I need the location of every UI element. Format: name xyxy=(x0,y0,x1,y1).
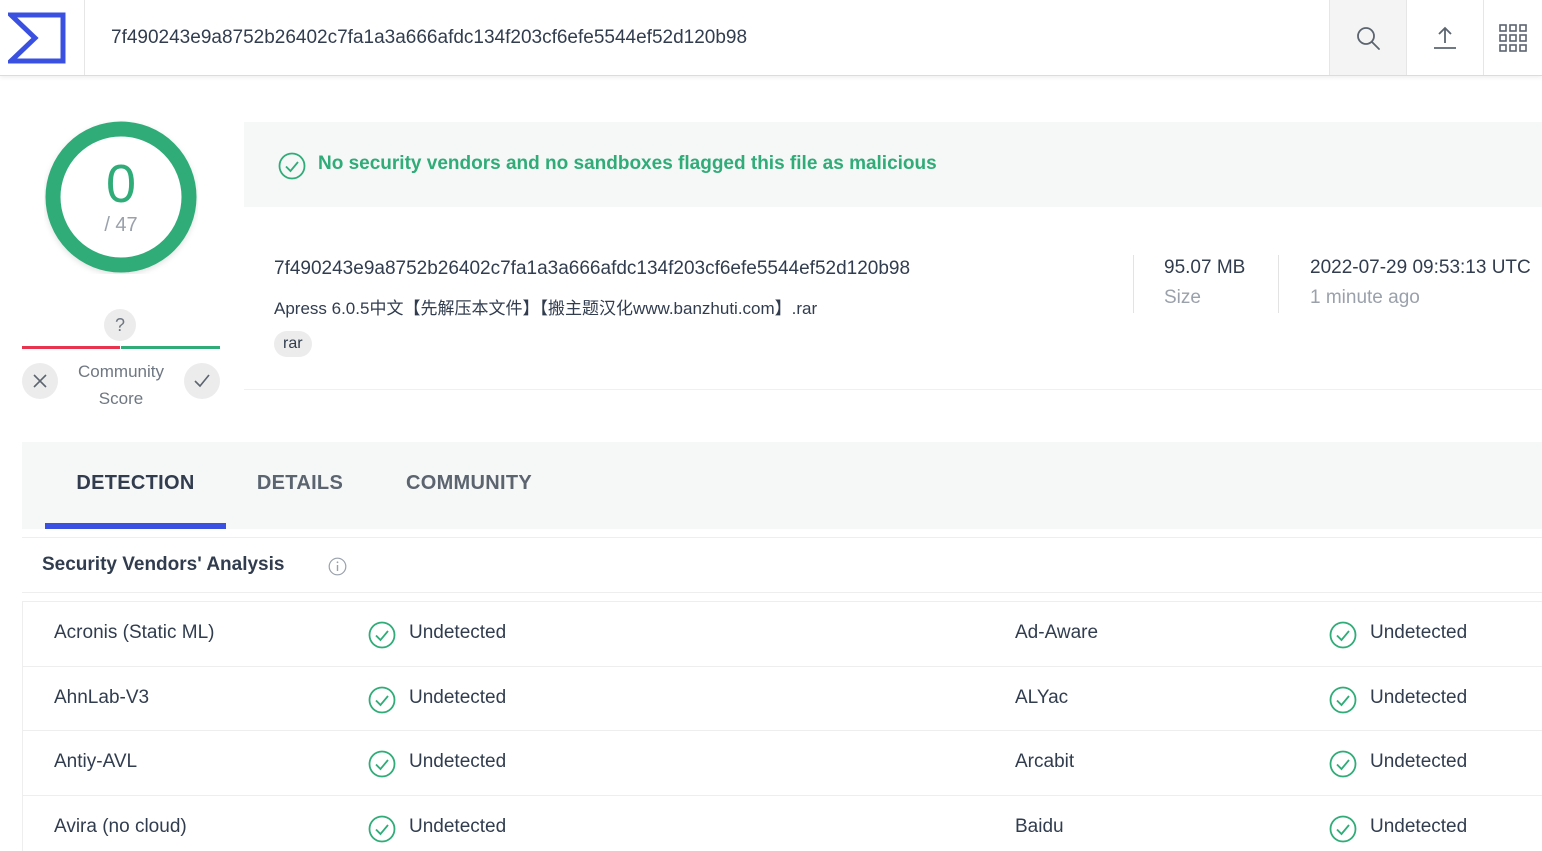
vendor-name: Arcabit xyxy=(1015,751,1075,772)
close-icon xyxy=(33,374,47,388)
analysis-date-relative: 1 minute ago xyxy=(1310,287,1420,308)
vendor-name: Antiy-AVL xyxy=(54,751,138,772)
vendor-name: Avira (no cloud) xyxy=(54,815,187,837)
vendors-table: Acronis (Static ML) Undetected Ad-Aware Und… xyxy=(22,601,1542,851)
vendor-name: Acronis (Static ML) xyxy=(54,622,215,643)
check-circle-icon xyxy=(1329,686,1357,713)
vendors-analysis-header: Security Vendors' Analysis xyxy=(22,537,1542,593)
file-type-tag[interactable]: rar xyxy=(274,331,312,357)
check-circle-icon xyxy=(368,621,396,649)
divider xyxy=(1278,255,1279,313)
vendor-result: Undetected xyxy=(1370,751,1468,772)
vendor-name: ALYac xyxy=(1015,686,1069,708)
community-score-positive-bar xyxy=(121,346,220,349)
apps-menu-button[interactable] xyxy=(1483,0,1542,75)
check-circle-icon xyxy=(1329,815,1357,842)
tab-bar: DETECTION DETAILS COMMUNITY xyxy=(22,442,1542,529)
check-circle-icon xyxy=(1329,621,1357,649)
vendor-result: Undetected xyxy=(1370,686,1468,708)
table-row: Acronis (Static ML) Undetected Ad-Aware Und… xyxy=(23,602,1542,667)
tab-detection[interactable]: DETECTION xyxy=(45,442,226,529)
check-circle-icon xyxy=(368,750,396,778)
verdict-message: No security vendors and no sandboxes fla… xyxy=(318,153,937,174)
vendor-result: Undetected xyxy=(409,686,507,708)
vendor-result: Undetected xyxy=(1370,622,1468,643)
community-score-negative-bar xyxy=(22,346,120,349)
tab-community[interactable]: COMMUNITY xyxy=(384,442,554,529)
search-button[interactable] xyxy=(1329,0,1406,75)
table-row: Antiy-AVL Undetected Arcabit Undetected xyxy=(23,731,1542,796)
check-circle-icon xyxy=(368,815,396,842)
check-icon xyxy=(194,374,210,388)
section-title: Security Vendors' Analysis xyxy=(42,554,285,575)
vendor-result: Undetected xyxy=(409,815,507,837)
tab-details[interactable]: DETAILS xyxy=(236,442,364,529)
check-circle-icon xyxy=(368,686,396,713)
table-row: AhnLab-V3 Undetected ALYac Undetected xyxy=(23,667,1542,731)
file-info-panel: 7f490243e9a8752b26402c7fa1a3a666afdc134f… xyxy=(244,207,1542,390)
file-size-label: Size xyxy=(1164,287,1201,308)
analysis-date-value: 2022-07-29 09:53:13 UTC xyxy=(1310,257,1531,278)
upload-button[interactable] xyxy=(1406,0,1483,75)
vendor-name: Ad-Aware xyxy=(1015,622,1099,643)
vendor-result: Undetected xyxy=(409,751,507,772)
vendor-result: Undetected xyxy=(409,622,507,643)
file-name: Apress 6.0.5中文【先解压本文件】【搬主题汉化www.banzhuti… xyxy=(274,299,818,318)
info-icon[interactable] xyxy=(328,557,347,576)
search-icon xyxy=(1357,26,1380,50)
upload-icon xyxy=(1434,26,1456,49)
table-row: Avira (no cloud) Undetected Baidu Undetecte… xyxy=(23,796,1542,851)
search-input[interactable] xyxy=(84,0,1329,75)
grid-icon xyxy=(1499,23,1527,52)
vendor-name: AhnLab-V3 xyxy=(54,686,150,708)
active-tab-indicator xyxy=(45,523,226,529)
detection-count: 0 xyxy=(105,154,137,214)
file-hash[interactable]: 7f490243e9a8752b26402c7fa1a3a666afdc134f… xyxy=(274,258,910,280)
divider xyxy=(1133,255,1134,313)
vote-malicious-button[interactable] xyxy=(22,363,58,399)
file-size-value: 95.07 MB xyxy=(1164,257,1246,278)
vote-harmless-button[interactable] xyxy=(184,363,220,399)
check-circle-icon xyxy=(278,152,306,180)
community-score-value: ? xyxy=(104,309,136,341)
virustotal-logo-icon[interactable] xyxy=(8,12,66,64)
top-header xyxy=(0,0,1542,76)
verdict-banner: No security vendors and no sandboxes fla… xyxy=(244,122,1542,207)
detection-total: / 47 xyxy=(104,214,138,236)
check-circle-icon xyxy=(1329,750,1357,778)
vendor-result: Undetected xyxy=(1370,815,1468,837)
community-score-label: Community Score xyxy=(78,362,164,408)
vendor-name: Baidu xyxy=(1015,815,1064,837)
